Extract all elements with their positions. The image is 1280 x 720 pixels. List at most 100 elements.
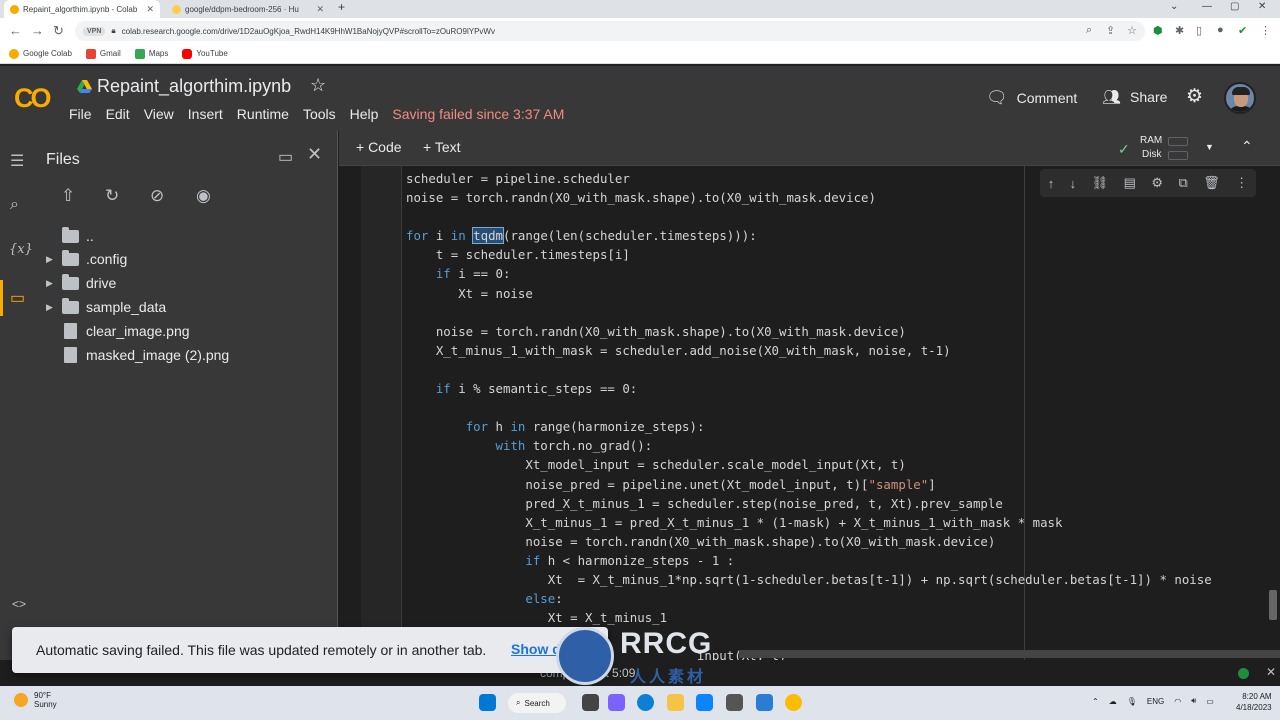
bookmark-maps[interactable]: Maps (134, 48, 168, 59)
extensions-puzzle-icon[interactable]: ✱ (1175, 24, 1184, 37)
weather-widget[interactable]: 90°F Sunny (14, 691, 57, 709)
google-drive-icon[interactable] (77, 80, 92, 93)
back-icon[interactable]: ← (9, 23, 22, 38)
taskbar-clock[interactable]: 8:20 AM 4/18/2023 (1236, 691, 1272, 713)
more-options-icon[interactable]: ⋮ (1235, 175, 1248, 191)
share-page-icon[interactable]: ⇪ (1106, 24, 1115, 37)
chrome-icon[interactable] (785, 694, 802, 711)
move-down-icon[interactable]: ↓ (1070, 176, 1077, 191)
search-icon[interactable]: ⌕ (10, 196, 19, 214)
menu-tools[interactable]: Tools (303, 106, 336, 122)
files-folder-icon[interactable]: ▭ (10, 288, 25, 308)
file-explorer-icon[interactable] (667, 694, 684, 711)
delete-icon[interactable]: 🗑︎ (1203, 175, 1220, 191)
close-tab-icon[interactable]: ✕ (316, 4, 324, 15)
start-windows-icon[interactable] (479, 694, 496, 711)
refresh-folder-icon[interactable]: ↻ (105, 186, 119, 206)
address-bar[interactable]: VPN 🔒︎ colab.research.google.com/drive/1… (75, 21, 1145, 41)
menu-edit[interactable]: Edit (106, 106, 130, 122)
microphone-icon[interactable]: 🎙︎ (1127, 697, 1137, 706)
file-item-parent[interactable]: .. (46, 225, 94, 247)
profile-icon[interactable]: ● (1217, 24, 1224, 36)
bookmark-youtube[interactable]: YouTube (182, 48, 228, 59)
add-code-button[interactable]: + Code (356, 139, 402, 155)
menu-runtime[interactable]: Runtime (237, 106, 289, 122)
check-shield-icon[interactable]: ✔ (1238, 24, 1247, 37)
tab-search-icon[interactable]: ⌄ (1170, 1, 1178, 12)
notebook-title[interactable]: Repaint_algorthim.ipynb (97, 76, 291, 97)
bookmark-gmail[interactable]: Gmail (85, 48, 121, 59)
forward-icon[interactable]: → (31, 23, 44, 38)
close-panel-icon[interactable]: ✕ (307, 144, 322, 165)
menu-insert[interactable]: Insert (188, 106, 223, 122)
bookmark-google-colab[interactable]: Google Colab (9, 48, 72, 59)
maximize-icon[interactable]: ▢ (1230, 1, 1239, 12)
taskbar-search[interactable]: ⌕ Search (508, 693, 566, 713)
menu-view[interactable]: View (144, 106, 174, 122)
tray-overflow-icon[interactable]: ⌃ (1092, 697, 1099, 706)
vpn-badge[interactable]: VPN (83, 26, 106, 36)
expand-chevron-icon[interactable]: ▶ (46, 302, 62, 313)
settings-gear-icon[interactable]: ⚙ (1186, 85, 1203, 108)
window-close-icon[interactable]: ✕ (1258, 1, 1266, 12)
file-item-masked-image[interactable]: masked_image (2).png (46, 344, 229, 366)
language-indicator[interactable]: ENG (1147, 697, 1164, 706)
volume-icon[interactable]: 🔊︎ (1191, 696, 1196, 706)
expand-chevron-icon[interactable]: ▶ (46, 278, 62, 289)
zoom-icon[interactable]: ⌕ (1086, 24, 1092, 37)
browser-menu-icon[interactable]: ⋮ (1260, 24, 1271, 37)
table-of-contents-icon[interactable]: ☰ (10, 151, 24, 171)
code-cell[interactable]: scheduler = pipeline.scheduler noise = to… (401, 166, 1262, 686)
extension-shield-icon[interactable]: ⬢ (1153, 24, 1163, 37)
edge-icon[interactable] (637, 694, 654, 711)
app-icon[interactable] (756, 694, 773, 711)
show-hidden-eye-icon[interactable]: ◉ (196, 186, 211, 206)
mail-icon[interactable] (696, 694, 713, 711)
menu-help[interactable]: Help (350, 106, 379, 122)
resources-dropdown-icon[interactable]: ▼ (1205, 142, 1214, 152)
connection-status-dot[interactable] (1238, 668, 1249, 679)
teams-chat-icon[interactable] (608, 694, 625, 711)
lock-icon[interactable]: 🔒︎ (111, 26, 115, 36)
new-tab-icon[interactable]: + (338, 0, 345, 14)
close-tab-icon[interactable]: ✕ (146, 4, 154, 15)
menu-file[interactable]: File (69, 106, 92, 122)
snackbar-show-diff-link[interactable]: Show d (511, 641, 561, 657)
colab-logo[interactable]: CO (14, 83, 51, 114)
pen-app-icon[interactable] (726, 694, 743, 711)
avatar[interactable] (1224, 82, 1256, 114)
browser-tab-huggingface[interactable]: google/ddpm-bedroom-256 · Hu ✕ (166, 0, 330, 18)
onedrive-icon[interactable]: ☁ (1109, 697, 1117, 706)
horizontal-scrollbar[interactable] (739, 650, 1280, 658)
resources-indicator[interactable]: ✓ RAM Disk ▼ (1118, 133, 1228, 163)
link-icon[interactable]: ⛓ (1092, 175, 1109, 191)
bookmark-star-icon[interactable]: ☆ (1127, 24, 1137, 37)
share-button[interactable]: 👥︎ Share (1102, 88, 1167, 106)
unmount-drive-icon[interactable]: ⊘ (150, 186, 164, 206)
save-status[interactable]: Saving failed since 3:37 AM (392, 106, 564, 122)
expand-panel-icon[interactable]: ▭ (278, 147, 293, 167)
cell-settings-icon[interactable]: ⚙ (1151, 175, 1163, 191)
comment-cell-icon[interactable]: ▤ (1124, 175, 1136, 191)
collapse-chevron-up-icon[interactable]: ⌃ (1241, 138, 1253, 155)
minimize-icon[interactable]: — (1202, 1, 1212, 12)
code-snippets-icon[interactable]: <> (12, 597, 26, 611)
reload-icon[interactable]: ↻ (53, 23, 64, 39)
mirror-cell-icon[interactable]: ⧉ (1178, 175, 1187, 191)
browser-tab-colab[interactable]: Repaint_algorthim.ipynb - Colab ✕ (4, 0, 160, 18)
file-item-drive[interactable]: ▶ drive (46, 272, 116, 294)
comment-button[interactable]: 🗨︎ Comment (986, 88, 1077, 108)
code-editor[interactable]: scheduler = pipeline.scheduler noise = to… (406, 169, 1212, 665)
wifi-icon[interactable]: ◠ (1174, 697, 1181, 706)
variables-icon[interactable]: {x} (9, 242, 33, 257)
file-item-sample-data[interactable]: ▶ sample_data (46, 296, 166, 318)
status-close-icon[interactable]: ✕ (1266, 665, 1276, 679)
vertical-scrollbar[interactable] (1269, 590, 1277, 620)
upload-icon[interactable]: ⇧ (61, 186, 75, 206)
file-item-clear-image[interactable]: clear_image.png (46, 320, 190, 342)
side-panel-icon[interactable]: ▯ (1196, 24, 1202, 37)
file-item-config[interactable]: ▶ .config (46, 248, 127, 270)
move-up-icon[interactable]: ↑ (1048, 176, 1055, 191)
task-view-icon[interactable] (582, 694, 599, 711)
battery-icon[interactable]: ▭ (1206, 697, 1214, 706)
